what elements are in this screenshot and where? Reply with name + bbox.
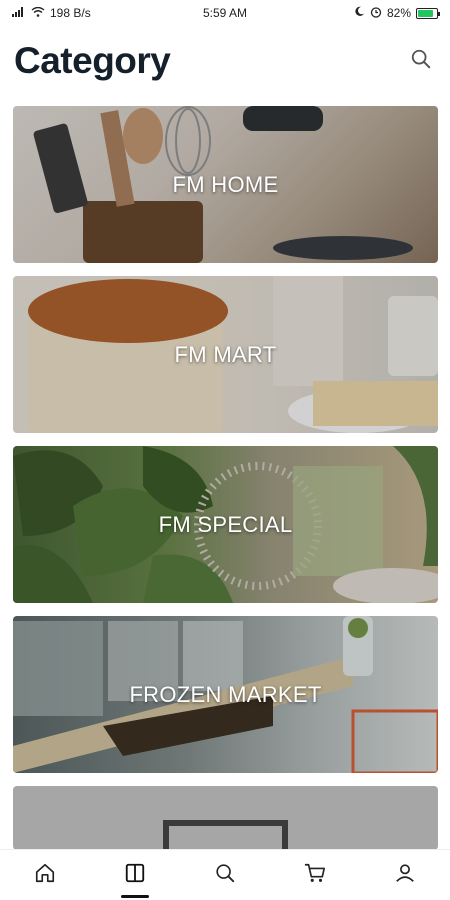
- category-card-fm-mart[interactable]: FM MART: [13, 276, 438, 433]
- battery-icon: [416, 7, 440, 19]
- category-label: FM SPECIAL: [158, 511, 293, 537]
- alarm-icon: [370, 6, 382, 21]
- search-icon: [410, 48, 432, 75]
- nav-category[interactable]: [105, 850, 165, 900]
- category-card-fm-special[interactable]: FM SPECIAL: [13, 446, 438, 603]
- home-icon: [34, 862, 56, 889]
- nav-search[interactable]: [195, 850, 255, 900]
- category-list: FM HOME FM MART FM SPECIAL FROZEN MARKET: [13, 106, 438, 850]
- moon-icon: [354, 6, 365, 20]
- status-left: 198 B/s: [12, 6, 91, 20]
- search-button[interactable]: [406, 46, 436, 76]
- profile-icon: [394, 862, 416, 889]
- category-card-frozen-market[interactable]: FROZEN MARKET: [13, 616, 438, 773]
- category-card-fm-home[interactable]: FM HOME: [13, 106, 438, 263]
- category-icon: [124, 862, 146, 889]
- nav-cart[interactable]: [285, 850, 345, 900]
- header: Category: [14, 36, 436, 86]
- category-label: FM HOME: [172, 171, 279, 197]
- clock: 5:59 AM: [202, 6, 248, 20]
- status-bar: 198 B/s 5:59 AM 82%: [0, 0, 450, 26]
- bottom-nav: [0, 849, 450, 900]
- signal-icon: [12, 6, 26, 20]
- nav-home[interactable]: [15, 850, 75, 900]
- nav-profile[interactable]: [375, 850, 435, 900]
- category-card-placeholder[interactable]: [13, 786, 438, 850]
- search-icon: [214, 862, 236, 889]
- category-label: FM MART: [174, 341, 277, 367]
- wifi-icon: [31, 6, 45, 20]
- page-title: Category: [14, 40, 171, 81]
- image-placeholder-icon: [163, 820, 288, 850]
- status-right: 82%: [354, 6, 440, 21]
- cart-icon: [303, 862, 327, 889]
- network-speed: 198 B/s: [50, 6, 91, 20]
- category-label: FROZEN MARKET: [129, 681, 322, 707]
- battery-percent: 82%: [386, 6, 411, 20]
